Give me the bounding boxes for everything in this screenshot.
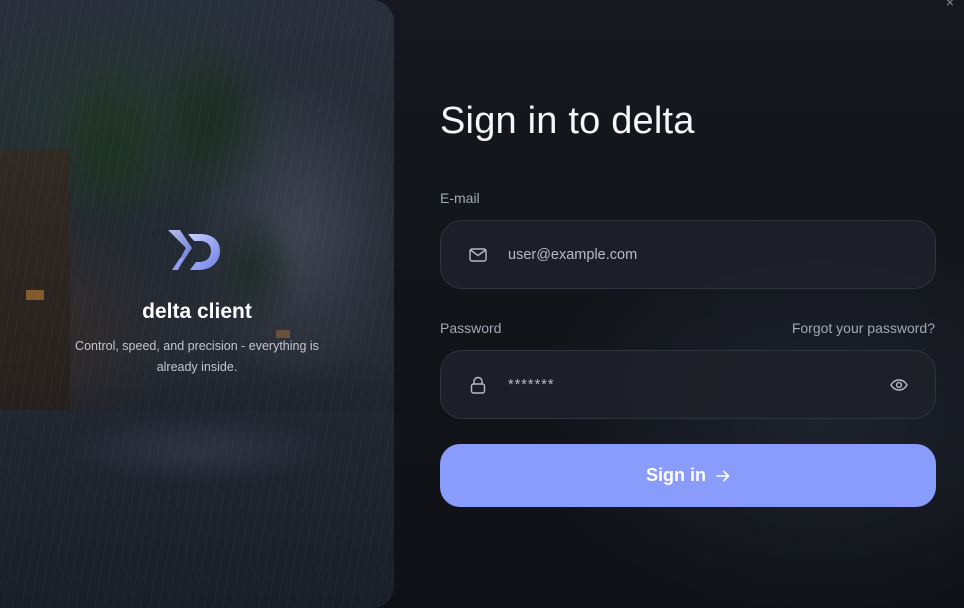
password-label: Password	[440, 320, 502, 336]
forgot-password-link[interactable]: Forgot your password?	[792, 320, 935, 336]
close-window-button[interactable]: ×	[940, 0, 960, 10]
lock-icon	[468, 375, 488, 395]
sign-in-label: Sign in	[646, 465, 706, 485]
password-field[interactable]: *******	[440, 350, 936, 419]
brand-name: delta client	[142, 300, 252, 323]
mail-icon	[468, 245, 488, 265]
sign-in-button[interactable]: Sign in	[440, 444, 936, 507]
login-window: delta client Control, speed, and precisi…	[0, 0, 964, 608]
email-placeholder[interactable]: user@example.com	[508, 247, 935, 263]
arrow-right-icon	[716, 470, 730, 482]
brand-tagline: Control, speed, and precision - everythi…	[75, 339, 319, 374]
email-label: E-mail	[440, 190, 480, 206]
eye-icon[interactable]	[889, 375, 909, 395]
password-value[interactable]: *******	[508, 377, 889, 393]
page-title: Sign in to delta	[440, 100, 695, 142]
email-field[interactable]: user@example.com	[440, 220, 936, 289]
delta-logo-icon	[168, 230, 220, 270]
